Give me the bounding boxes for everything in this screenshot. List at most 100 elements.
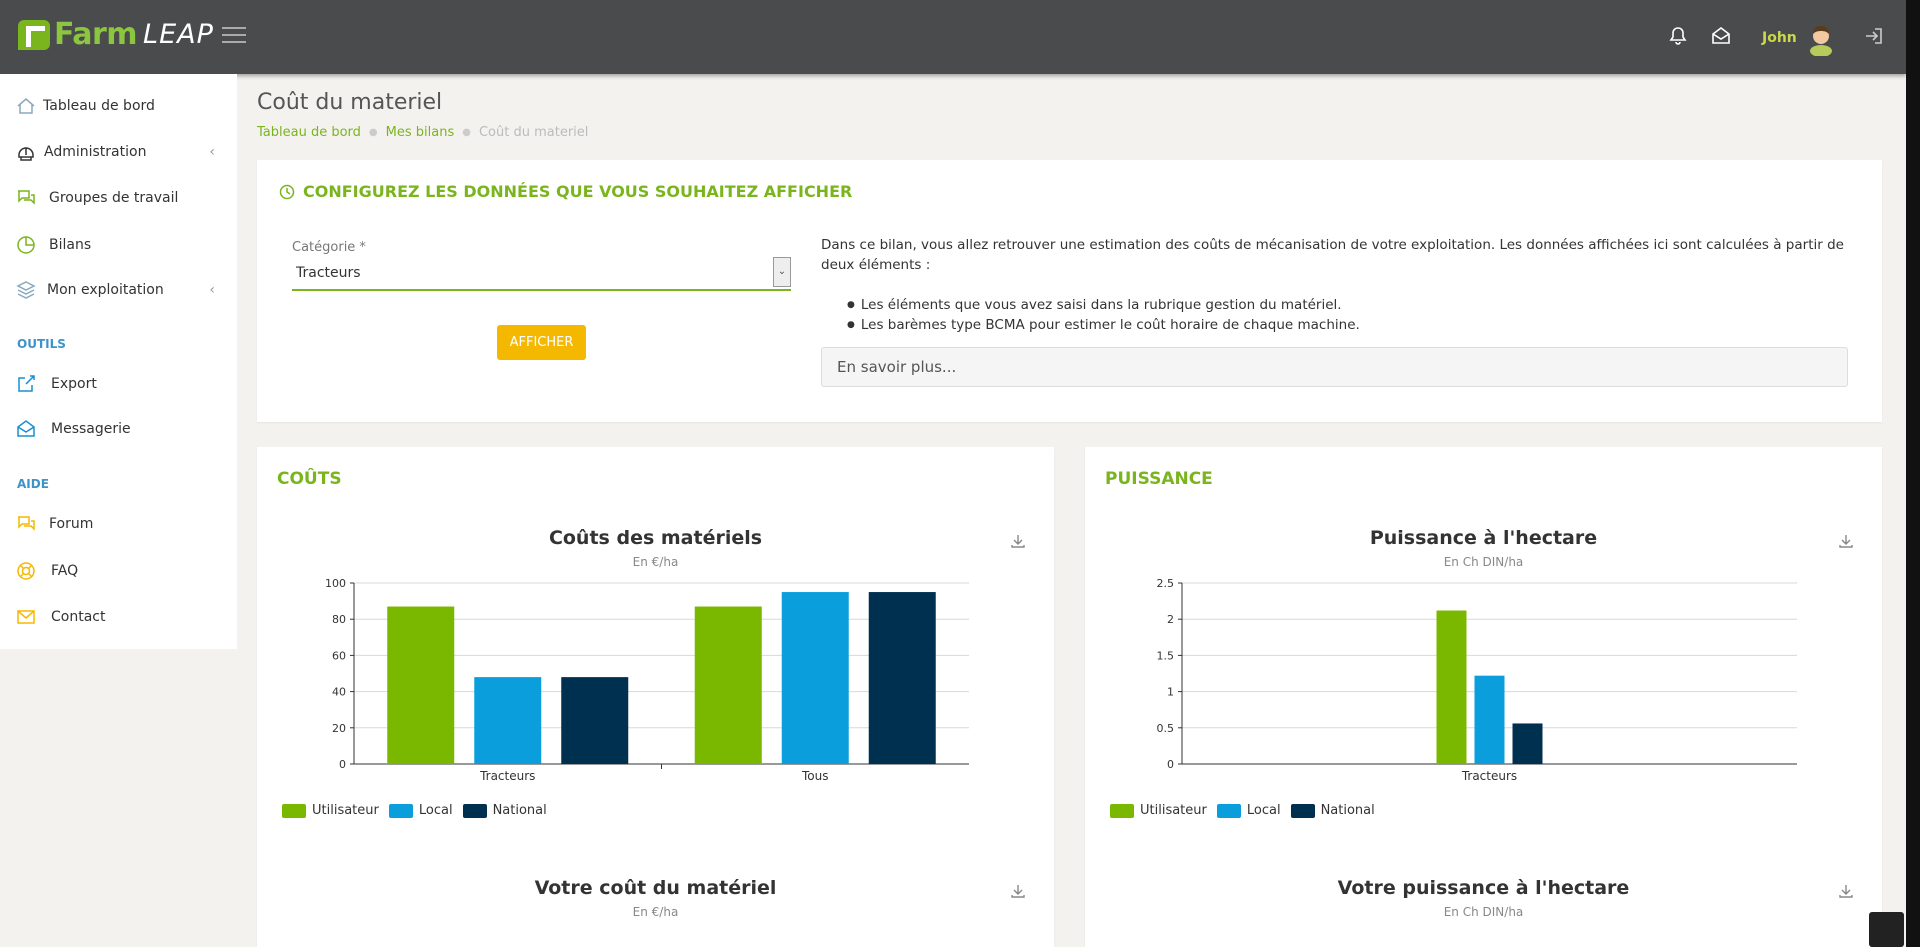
pie-chart-icon (17, 236, 35, 254)
legend-swatch (282, 803, 306, 818)
download-icon[interactable] (1010, 883, 1026, 899)
chart-subtitle: En Ch DIN/ha (1443, 905, 1524, 919)
y-tick-label: 0 (339, 758, 346, 771)
costs-chart2-header: Votre coût du matériel En €/ha (257, 877, 1054, 919)
power-bar-chart: 0 0.5 1 1.5 2 2.5 Tracteurs (1157, 577, 1797, 783)
breadcrumb: Tableau de bord ● Mes bilans ● Coût du m… (257, 125, 588, 140)
user-name[interactable]: John (1762, 30, 1797, 46)
y-tick-label: 100 (325, 577, 346, 590)
chart-title: Votre coût du matériel (534, 877, 777, 899)
bar-local (781, 592, 849, 764)
category-select-value: Tracteurs (296, 265, 361, 281)
legend-label: Local (1246, 803, 1281, 818)
hamburger-menu-icon[interactable] (222, 27, 246, 45)
legend-item-utilisateur[interactable]: Utilisateur (1110, 803, 1207, 818)
power-card: PUISSANCE Puissance à l'hectare En Ch DI… (1085, 447, 1882, 947)
chart-title: Votre puissance à l'hectare (1337, 877, 1630, 899)
helmet-icon (18, 147, 34, 161)
sidebar-item-messagerie[interactable]: Messagerie (0, 409, 237, 449)
sidebar-item-label: Export (51, 376, 97, 392)
bar-local (1474, 675, 1505, 764)
legend-label: Utilisateur (312, 803, 379, 818)
legend-swatch (388, 803, 413, 818)
category-select[interactable]: Tracteurs ⌄ (292, 257, 791, 291)
legend-swatch (1290, 803, 1315, 818)
sidebar-item-forum[interactable]: Forum (0, 504, 237, 544)
breadcrumb-current: Coût du materiel (478, 125, 589, 140)
layers-icon (16, 281, 36, 299)
logout-icon[interactable] (1864, 26, 1884, 46)
sidebar-item-tableau-de-bord[interactable]: Tableau de bord (0, 86, 237, 126)
sidebar-item-bilans[interactable]: Bilans (0, 225, 237, 265)
bar-utilisateur (694, 606, 762, 764)
bar-national (868, 592, 936, 764)
legend-item-local[interactable]: Local (1216, 803, 1281, 818)
section-outils: OUTILS (17, 337, 66, 351)
chat-icon (18, 190, 35, 205)
list-item: Les barèmes type BCMA pour estimer le co… (847, 315, 1360, 335)
chevron-down-icon[interactable]: ⌄ (773, 257, 791, 287)
legend-item-local[interactable]: Local (388, 803, 453, 818)
envelope-icon (17, 610, 35, 624)
legend-swatch (462, 803, 487, 818)
legend-label: Utilisateur (1140, 803, 1207, 818)
sidebar-item-export[interactable]: Export (0, 364, 237, 404)
power-chart2-header: Votre puissance à l'hectare En Ch DIN/ha (1085, 877, 1882, 919)
info-text: Dans ce bilan, vous allez retrouver une … (821, 237, 1844, 273)
bar-utilisateur (387, 606, 455, 764)
bar-local (474, 677, 542, 764)
learn-more-toggle[interactable]: En savoir plus... (821, 347, 1848, 387)
debug-toolbar-icon[interactable] (1869, 912, 1904, 947)
breadcrumb-link-tableau-de-bord[interactable]: Tableau de bord (257, 125, 361, 140)
sidebar-item-label: Tableau de bord (43, 98, 155, 114)
sidebar-item-label: Groupes de travail (49, 190, 179, 206)
mail-open-icon[interactable] (1711, 26, 1731, 46)
export-icon (18, 375, 35, 392)
list-item: Les éléments que vous avez saisi dans la… (847, 295, 1360, 315)
x-tick-label: Tracteurs (479, 769, 535, 783)
download-icon[interactable] (1838, 883, 1854, 899)
chevron-left-icon: ‹ (209, 144, 215, 160)
bar-utilisateur (1436, 610, 1467, 764)
sidebar-item-administration[interactable]: Administration ‹ (0, 132, 237, 172)
sidebar-item-faq[interactable]: FAQ (0, 551, 237, 591)
user-avatar[interactable] (1806, 22, 1836, 56)
logo-farm-text: Farm (54, 17, 138, 52)
config-title: CONFIGUREZ LES DONNÉES QUE VOUS SOUHAITE… (279, 182, 852, 201)
costs-card: COÛTS Coûts des matériels En €/ha 0 20 40 6… (257, 447, 1054, 947)
config-title-text: CONFIGUREZ LES DONNÉES QUE VOUS SOUHAITE… (303, 182, 853, 201)
bell-icon[interactable] (1668, 26, 1688, 46)
config-card: CONFIGUREZ LES DONNÉES QUE VOUS SOUHAITE… (257, 160, 1882, 422)
y-tick-label: 40 (332, 686, 346, 699)
top-header: Farm LEAP John (0, 0, 1906, 74)
bar-national (561, 677, 629, 764)
legend-item-national[interactable]: National (1290, 803, 1375, 818)
bar-national (1512, 723, 1543, 764)
breadcrumb-separator: ● (368, 127, 378, 138)
sidebar: Tableau de bord Administration ‹ Groupes… (0, 74, 237, 649)
y-tick-label: 20 (332, 722, 346, 735)
sidebar-item-label: FAQ (51, 563, 79, 579)
afficher-button[interactable]: AFFICHER (497, 325, 586, 360)
sidebar-item-contact[interactable]: Contact (0, 597, 237, 637)
legend-item-national[interactable]: National (462, 803, 547, 818)
page-title: Coût du materiel (257, 90, 443, 115)
chart-subtitle: En €/ha (632, 905, 679, 919)
sidebar-item-label: Mon exploitation (47, 282, 164, 298)
farmleap-logo[interactable]: Farm LEAP (18, 17, 214, 52)
lifebuoy-icon (17, 562, 35, 580)
info-list: Les éléments que vous avez saisi dans la… (847, 295, 1360, 335)
legend-item-utilisateur[interactable]: Utilisateur (282, 803, 379, 818)
sidebar-item-mon-exploitation[interactable]: Mon exploitation ‹ (0, 270, 237, 310)
mail-open-icon (17, 420, 35, 437)
legend-label: Local (418, 803, 453, 818)
sidebar-item-label: Forum (49, 516, 94, 532)
clock-icon (279, 184, 295, 199)
legend-swatch (1216, 803, 1241, 818)
sidebar-item-label: Messagerie (51, 421, 131, 437)
y-tick-label: 1.5 (1157, 649, 1175, 662)
breadcrumb-link-mes-bilans[interactable]: Mes bilans (386, 125, 455, 140)
home-icon (17, 98, 35, 114)
sidebar-item-groupes-de-travail[interactable]: Groupes de travail (0, 178, 237, 218)
x-tick-label: Tous (801, 769, 829, 783)
